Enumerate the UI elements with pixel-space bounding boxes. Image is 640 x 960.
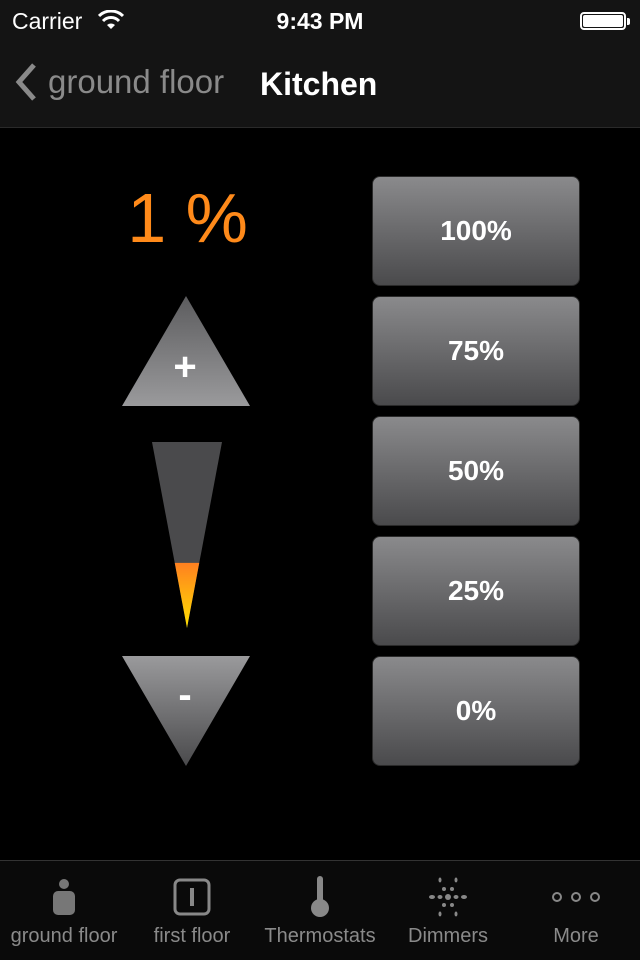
tab-label: Dimmers (408, 925, 488, 947)
tab-thermostats[interactable]: Thermostats (256, 861, 384, 960)
tab-ground-floor[interactable]: ground floor (0, 861, 128, 960)
tab-first-floor[interactable]: first floor (128, 861, 256, 960)
tab-more[interactable]: More (512, 861, 640, 960)
page-title: Kitchen (260, 66, 378, 102)
preset-25-button[interactable]: 25% (372, 536, 580, 646)
decrease-button[interactable]: - (122, 656, 250, 766)
preset-50-button[interactable]: 50% (372, 416, 580, 526)
tab-label: Thermostats (264, 925, 376, 947)
switch-icon (173, 878, 211, 916)
back-label: ground floor (48, 63, 225, 100)
thermometer-icon (311, 876, 329, 917)
header: Carrier 9:43 PM ground floor Kitchen (0, 0, 640, 128)
level-fill (174, 562, 200, 628)
tab-label: first floor (153, 925, 231, 947)
preset-75-button[interactable]: 75% (372, 296, 580, 406)
level-indicator (152, 442, 222, 628)
tab-label: ground floor (10, 925, 118, 947)
dimmer-icon (429, 877, 467, 917)
more-icon (552, 892, 600, 902)
chevron-left-icon (15, 63, 36, 101)
preset-100-button[interactable]: 100% (372, 176, 580, 286)
tab-bar: ground floor first floor Thermostats Dim… (0, 860, 640, 960)
person-icon (53, 879, 75, 915)
preset-0-button[interactable]: 0% (372, 656, 580, 766)
level-readout: 1 % (127, 179, 248, 257)
plus-icon: + (173, 345, 196, 389)
clock: 9:43 PM (276, 8, 364, 34)
minus-icon: - (178, 673, 191, 717)
back-button[interactable]: ground floor (14, 62, 224, 102)
tab-dimmers[interactable]: Dimmers (384, 861, 512, 960)
battery-icon (580, 12, 630, 30)
tab-label: More (553, 925, 599, 947)
increase-button[interactable]: + (122, 296, 250, 406)
